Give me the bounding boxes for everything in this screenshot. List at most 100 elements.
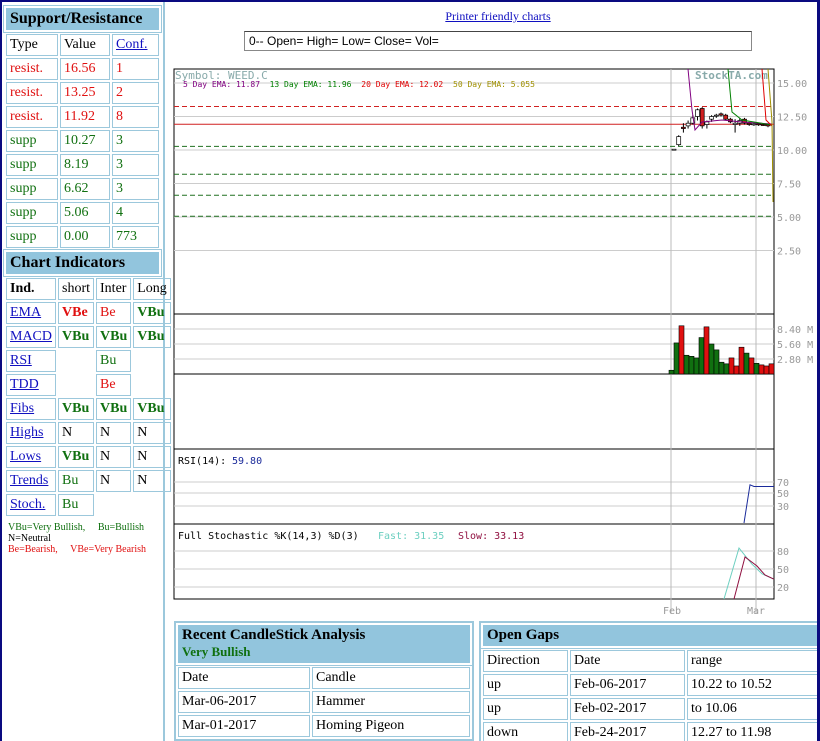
candle-body [704, 121, 710, 125]
watermark: StockTA.com [695, 69, 768, 82]
candle-body [685, 122, 691, 127]
candle-body [756, 123, 761, 126]
rsi-value: 59.80 [232, 456, 262, 467]
indicator-row: EMA VBe Be VBu [6, 302, 171, 324]
indicator-link[interactable]: MACD [6, 326, 57, 348]
type-cell: supp [6, 130, 58, 152]
signal-cell [133, 374, 171, 396]
volume-bar [748, 357, 755, 375]
indicator-row: Stoch. Bu [6, 494, 171, 516]
value-cell: 11.92 [60, 106, 110, 128]
chart-panel [173, 448, 775, 525]
indicator-row: Fibs VBu VBu VBu [6, 398, 171, 420]
value-cell: 10.27 [60, 130, 110, 152]
indicator-link[interactable]: EMA [6, 302, 57, 324]
candlestick-title: Recent CandleStick Analysis [182, 627, 366, 643]
signal-cell: VBu [96, 326, 132, 348]
candle-cell: Homing Pigeon [312, 715, 470, 737]
value-cell: 16.56 [60, 58, 110, 80]
header-row: Ind. short Inter Long [6, 278, 171, 300]
gap-cell: down [483, 722, 568, 741]
gap-cell: Feb-06-2017 [570, 674, 685, 696]
legend-bu: Bu=Bullish [97, 522, 145, 533]
conf-cell: 2 [112, 82, 159, 104]
volume-tick-label: 8.40 M [777, 325, 813, 336]
value-cell: 13.25 [60, 82, 110, 104]
indicator-link[interactable]: RSI [6, 350, 57, 372]
chart-indicators-title: Chart Indicators [3, 249, 162, 277]
support-resistance-title: Support/Resistance [3, 5, 162, 33]
indicator-link[interactable]: Highs [6, 422, 57, 444]
indicator-link[interactable]: Lows [6, 446, 57, 468]
ema-legend: 5 Day EMA: 11.87 [183, 80, 260, 89]
indicator-row: Highs N N N [6, 422, 171, 444]
header-candle: Candle [312, 667, 470, 689]
signal-cell: Be [96, 302, 132, 324]
indicator-link[interactable]: TDD [6, 374, 57, 396]
candle-body [713, 114, 719, 117]
type-cell: supp [6, 202, 58, 224]
conf-cell: 773 [112, 226, 159, 248]
gap-cell: 12.27 to 11.98 [687, 722, 817, 741]
type-cell: supp [6, 154, 58, 176]
signal-cell: VBu [133, 326, 171, 348]
type-cell: resist. [6, 82, 58, 104]
printer-friendly-link[interactable]: Printer friendly charts [445, 9, 550, 23]
date-cell: Mar-06-2017 [178, 691, 310, 713]
gap-cell: to 10.06 [687, 698, 817, 720]
signal-cell: VBu [133, 302, 171, 324]
stoch-label: Full Stochastic %K(14,3) %D(3) [178, 531, 359, 542]
indicators-table: Ind. short Inter Long EMA VBe Be VBu MACD VBu VBu V… [4, 276, 173, 518]
volume-tick-label: 2.80 M [777, 355, 813, 366]
gap-cell: 10.22 to 10.52 [687, 674, 817, 696]
candle-body [718, 113, 724, 116]
gap-row: up Feb-06-2017 10.22 to 10.52 [483, 674, 817, 696]
candle-body [751, 123, 757, 126]
indicator-link[interactable]: Fibs [6, 398, 57, 420]
indicator-legend: VBu=Very Bullish, Bu=Bullish N=Neutral B… [4, 518, 161, 559]
header-range: range [687, 650, 817, 672]
chart-panel [173, 68, 775, 315]
conf-cell: 1 [112, 58, 159, 80]
signal-cell [58, 350, 94, 372]
sr-row: supp 5.06 4 [6, 202, 159, 224]
rsi-tick-label: 30 [777, 502, 789, 513]
gap-cell: Feb-02-2017 [570, 698, 685, 720]
volume-bar [698, 337, 705, 375]
signal-cell: VBu [58, 398, 95, 420]
indicator-row: Trends Bu N N [6, 470, 171, 492]
signal-cell: VBu [58, 446, 95, 468]
header-conf[interactable]: Conf. [112, 34, 159, 56]
rsi-tick-label: 50 [777, 489, 789, 500]
signal-cell: Be [96, 374, 132, 396]
header-type: Type [6, 34, 58, 56]
chart-panel [173, 373, 775, 450]
type-cell: supp [6, 226, 58, 248]
legend-n: N=Neutral [8, 533, 51, 544]
conf-cell: 4 [112, 202, 159, 224]
gap-row: down Feb-24-2017 12.27 to 11.98 [483, 722, 817, 741]
stock-chart[interactable]: 15.00 12.50 10.00 7.50 5.00 2.50 8.40 M 5.60 M 2… [168, 60, 817, 620]
price-tick-label: 5.00 [777, 213, 801, 224]
indicator-link[interactable]: Stoch. [6, 494, 57, 516]
signal-cell: Bu [58, 494, 95, 516]
header-cell: Inter [96, 278, 132, 300]
gap-cell: up [483, 698, 568, 720]
indicator-row: MACD VBu VBu VBu [6, 326, 171, 348]
indicator-link[interactable]: Trends [6, 470, 57, 492]
indicator-row: RSI Bu [6, 350, 171, 372]
signal-cell: VBe [58, 302, 95, 324]
candle-row: Mar-01-2017 Homing Pigeon [178, 715, 470, 737]
sr-row: resist. 16.56 1 [6, 58, 159, 80]
type-cell: resist. [6, 58, 58, 80]
volume-bar [683, 354, 690, 375]
legend-be: Be=Bearish, [8, 544, 58, 555]
candle-body [732, 122, 738, 125]
rsi-tick-label: 70 [777, 478, 789, 489]
volume-bar [738, 346, 745, 375]
page: Support/Resistance Type Value Conf. resist.… [2, 2, 817, 741]
sr-row: supp 8.19 3 [6, 154, 159, 176]
gap-cell: Feb-24-2017 [570, 722, 685, 741]
candlestick-analysis-panel: Recent CandleStick Analysis Very Bullish… [174, 621, 474, 741]
volume-bar [713, 349, 720, 375]
